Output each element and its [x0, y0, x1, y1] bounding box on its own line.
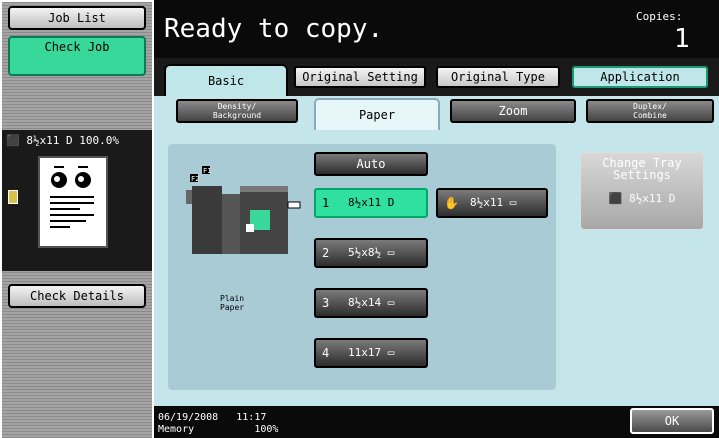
memory-status: Memory 100%	[158, 424, 279, 435]
change-tray-size: ⬛ 8½x11 D	[608, 192, 676, 205]
tab-basic[interactable]: Basic	[164, 64, 288, 96]
bypass-tray-button[interactable]: ✋ 8½x11 ▭	[436, 188, 548, 218]
copier-screen: Job List Check Job ⬛ 8½x11 D 100.0% Chec…	[0, 0, 719, 438]
preview-page	[38, 156, 108, 248]
machine-label-f1: F1	[203, 167, 211, 175]
preview-box: ⬛ 8½x11 D 100.0%	[2, 130, 152, 271]
tray-number: 4	[322, 346, 330, 360]
main-tab-bar: Basic Original Setting Original Type App…	[154, 58, 719, 96]
document-preview-icon	[50, 166, 94, 228]
paper-type-line1: Plain	[220, 294, 245, 303]
tray-paper-size: 5½x8½ ▭	[348, 246, 395, 259]
tray-number: 2	[322, 246, 330, 260]
preview-header: ⬛ 8½x11 D 100.0%	[6, 134, 120, 147]
subtab-paper[interactable]: Paper	[314, 98, 440, 130]
paper-selection-panel: F2 F1 Auto 1 8½x11 D ✋ 8½x11 ▭ 2 5½x8½ ▭…	[168, 144, 556, 390]
paper-type-label: Plain Paper	[220, 294, 244, 312]
footer-bar: 06/19/2008 11:17 Memory 100% OK	[154, 406, 719, 438]
subtab-duplex-line2: Combine	[633, 111, 667, 120]
paper-auto-button[interactable]: Auto	[314, 152, 428, 176]
tray-paper-size: 8½x11 D	[348, 196, 395, 209]
hand-icon: ✋	[444, 196, 459, 210]
copies-label: Copies:	[636, 10, 683, 23]
paper-type-line2: Paper	[220, 303, 245, 312]
subtab-density-background[interactable]: Density/ Background	[176, 99, 298, 123]
subtab-zoom[interactable]: Zoom	[450, 99, 576, 123]
paper-tray-1-button[interactable]: 1 8½x11 D	[314, 188, 428, 218]
paper-tray-2-button[interactable]: 2 5½x8½ ▭	[314, 238, 428, 268]
content-area: Density/ Background Paper Zoom Duplex/ C…	[154, 96, 719, 406]
tray-number: 1	[322, 196, 330, 210]
date-time: 06/19/2008 11:17	[158, 412, 267, 423]
tray-paper-size: 8½x11 ▭	[470, 196, 517, 209]
tray-number: 3	[322, 296, 330, 310]
copier-machine-icon: F2 F1	[186, 166, 301, 254]
subtab-density-line1: Density/	[217, 102, 257, 111]
status-bar: Ready to copy. Copies: 1	[154, 0, 719, 58]
tab-original-type[interactable]: Original Type	[436, 66, 560, 88]
copies-count[interactable]: 1	[674, 24, 690, 54]
paper-tray-4-button[interactable]: 4 11x17 ▭	[314, 338, 428, 368]
change-tray-line2: Settings	[613, 168, 671, 182]
subtab-duplex-line1: Duplex/	[633, 102, 667, 111]
left-panel: Job List Check Job ⬛ 8½x11 D 100.0% Chec…	[2, 2, 152, 438]
machine-label-f2: F2	[191, 175, 199, 183]
original-icon	[8, 190, 18, 204]
change-tray-settings-button[interactable]: Change Tray Settings ⬛ 8½x11 D	[580, 152, 704, 230]
subtab-duplex-combine[interactable]: Duplex/ Combine	[586, 99, 714, 123]
subtab-density-line2: Background	[212, 111, 262, 120]
paper-tray-3-button[interactable]: 3 8½x14 ▭	[314, 288, 428, 318]
ok-button[interactable]: OK	[630, 408, 714, 434]
status-message: Ready to copy.	[164, 14, 384, 44]
tray-paper-size: 8½x14 ▭	[348, 296, 395, 309]
check-job-button[interactable]: Check Job	[8, 36, 146, 76]
check-details-button[interactable]: Check Details	[8, 284, 146, 308]
tray-paper-size: 11x17 ▭	[348, 346, 395, 359]
tab-original-setting[interactable]: Original Setting	[294, 66, 426, 88]
tab-application[interactable]: Application	[572, 66, 708, 88]
job-list-button[interactable]: Job List	[8, 6, 146, 30]
